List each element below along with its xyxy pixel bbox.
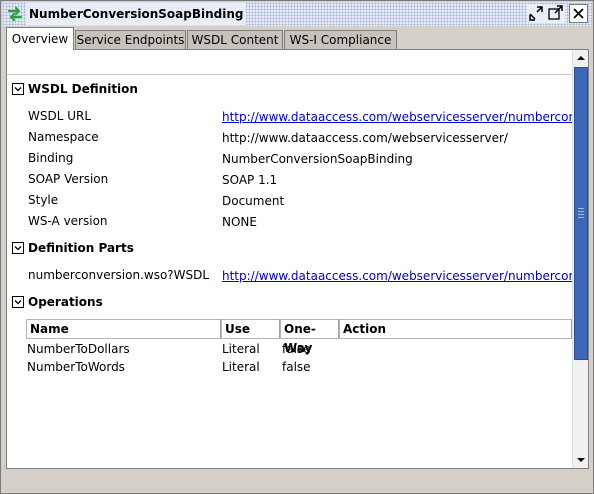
wsdl-url-link[interactable]: http://www.dataaccess.com/webservicesser… (222, 109, 588, 125)
tab-overview[interactable]: Overview (6, 27, 74, 50)
section-title: Operations (28, 295, 103, 309)
scroll-up-arrow-icon[interactable] (573, 50, 588, 66)
column-header-use[interactable]: Use (221, 319, 280, 339)
title-bar[interactable]: NumberConversionSoapBinding (2, 2, 592, 26)
column-header-action[interactable]: Action (339, 319, 572, 339)
close-button[interactable] (569, 4, 588, 23)
operations-table[interactable]: Name Use One-Way Action NumberToDollars … (26, 319, 572, 468)
overview-content: WSDL Definition WSDL URL http://www.data… (7, 50, 588, 468)
restore-icon (529, 6, 543, 21)
overview-panel: WSDL Definition WSDL URL http://www.data… (6, 49, 589, 469)
style-label: Style (28, 193, 59, 207)
operation-use: Literal (222, 360, 260, 374)
column-header-one-way[interactable]: One-Way (280, 319, 339, 355)
table-row[interactable]: NumberToDollars Literal false (26, 340, 572, 358)
ws-a-version-label: WS-A version (28, 214, 108, 228)
collapse-chevron-icon[interactable] (12, 296, 24, 308)
operation-one-way: false (282, 342, 311, 356)
tab-wsdl-content[interactable]: WSDL Content (187, 30, 283, 50)
operation-use: Literal (222, 342, 260, 356)
close-icon (573, 8, 584, 19)
scrollbar-thumb[interactable] (574, 67, 588, 360)
vertical-scrollbar[interactable] (572, 50, 588, 468)
restore-button[interactable] (527, 4, 546, 23)
definition-part-label: numberconversion.wso?WSDL (28, 268, 210, 282)
operation-one-way: false (282, 360, 311, 374)
binding-label: Binding (28, 151, 74, 165)
namespace-value: http://www.dataaccess.com/webservicesser… (222, 131, 508, 145)
operation-name: NumberToDollars (27, 342, 130, 356)
window-title: NumberConversionSoapBinding (26, 3, 247, 25)
operation-name: NumberToWords (27, 360, 125, 374)
soap-version-label: SOAP Version (28, 172, 109, 186)
maximize-icon (548, 5, 563, 20)
tab-service-endpoints[interactable]: Service Endpoints (75, 30, 186, 50)
definition-part-link[interactable]: http://www.dataaccess.com/webservicesser… (222, 268, 588, 284)
collapse-chevron-icon[interactable] (12, 242, 24, 254)
wsdl-url-label: WSDL URL (28, 109, 92, 123)
tab-ws-i-compliance[interactable]: WS-I Compliance (284, 30, 397, 50)
namespace-label: Namespace (28, 130, 99, 144)
ws-a-version-value: NONE (222, 215, 257, 229)
collapse-chevron-icon[interactable] (12, 83, 24, 95)
binding-value: NumberConversionSoapBinding (222, 152, 413, 166)
table-row[interactable]: NumberToWords Literal false (26, 358, 572, 376)
swap-arrows-icon (7, 6, 23, 22)
style-value: Document (222, 194, 285, 208)
soap-binding-window: NumberConversionSoapBinding Overview Ser… (0, 0, 594, 494)
scroll-down-arrow-icon[interactable] (573, 452, 588, 468)
tab-strip: Overview Service Endpoints WSDL Content … (2, 27, 592, 50)
section-title: Definition Parts (28, 241, 134, 255)
maximize-button[interactable] (546, 4, 565, 23)
scroll-grip (578, 208, 584, 220)
soap-version-value: SOAP 1.1 (222, 173, 278, 187)
column-header-name[interactable]: Name (26, 319, 221, 339)
divider (7, 74, 572, 75)
section-title: WSDL Definition (28, 82, 138, 96)
